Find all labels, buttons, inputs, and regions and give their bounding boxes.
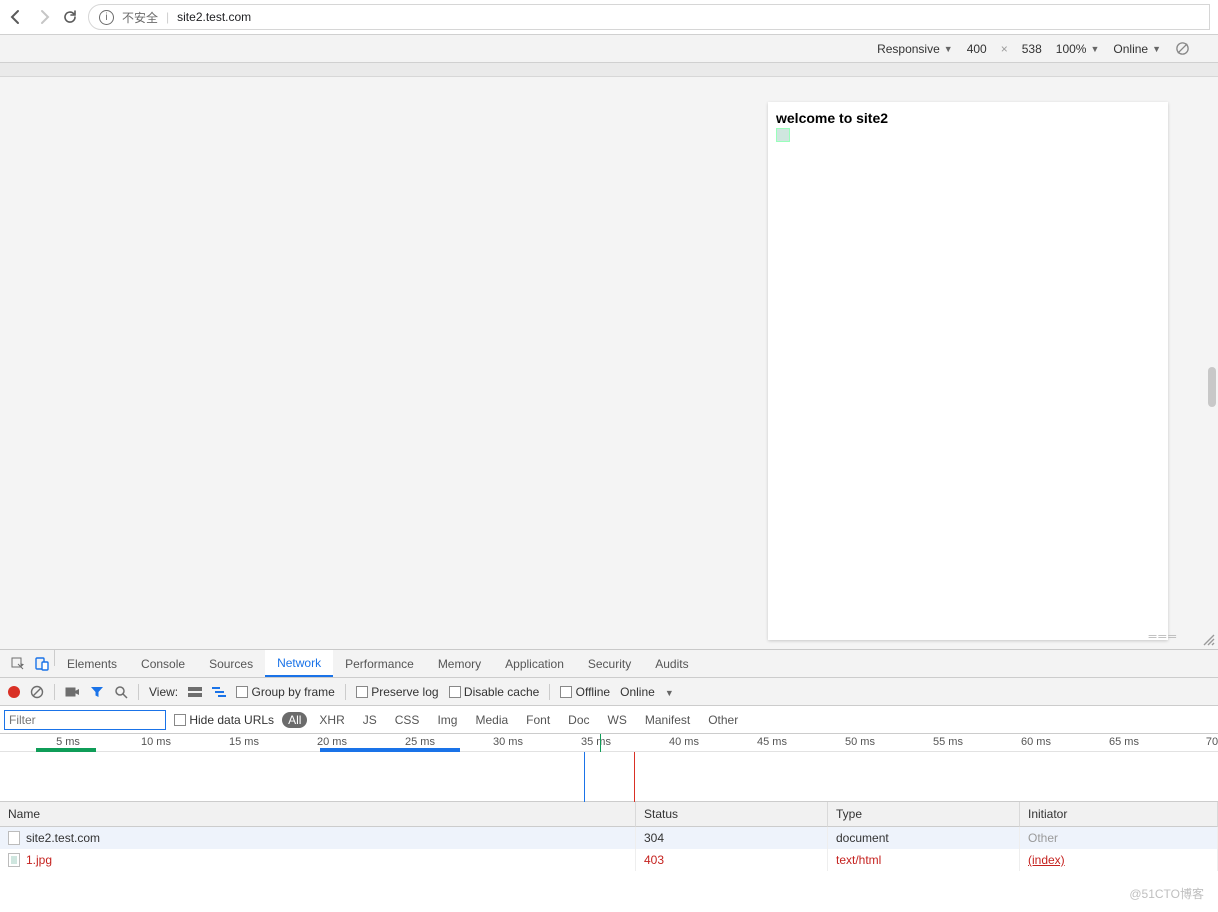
filter-type-all[interactable]: All — [282, 712, 307, 728]
hide-data-urls-checkbox[interactable]: Hide data URLs — [174, 713, 274, 727]
filter-type-doc[interactable]: Doc — [562, 712, 595, 728]
rotate-icon[interactable] — [1175, 41, 1190, 56]
timeline-tick: 40 ms — [669, 736, 699, 748]
throttle-select[interactable]: Online▼ — [1113, 42, 1161, 56]
timeline[interactable]: 5 ms 10 ms 15 ms 20 ms 25 ms 30 ms 35 ms 40 ms 4… — [0, 734, 1218, 802]
devtools-tabs: ElementsConsoleSourcesNetworkPerformance… — [0, 650, 1218, 678]
filter-type-css[interactable]: CSS — [389, 712, 426, 728]
tab-sources[interactable]: Sources — [197, 650, 265, 677]
url-text: site2.test.com — [177, 10, 251, 24]
view-waterfall-icon[interactable] — [212, 686, 226, 698]
request-type[interactable]: document — [828, 827, 1020, 849]
timeline-tick: 20 ms — [317, 736, 347, 748]
viewport: welcome to site2 ═══ — [0, 77, 1218, 650]
timeline-tick: 55 ms — [933, 736, 963, 748]
filter-icon[interactable] — [90, 685, 104, 699]
clear-icon[interactable] — [30, 685, 44, 699]
back-icon[interactable] — [8, 9, 24, 25]
browser-toolbar: i 不安全 | site2.test.com — [0, 0, 1218, 35]
timeline-tick: 45 ms — [757, 736, 787, 748]
filter-input[interactable] — [4, 710, 166, 730]
throttling-select[interactable]: Online ▼ — [620, 685, 674, 699]
request-status[interactable]: 403 — [636, 849, 828, 871]
network-table: NameStatusTypeInitiator site2.test.com304… — [0, 802, 1218, 871]
zoom-select[interactable]: 100%▼ — [1056, 42, 1100, 56]
offline-checkbox[interactable]: Offline — [560, 685, 610, 699]
tab-elements[interactable]: Elements — [55, 650, 129, 677]
request-type[interactable]: text/html — [828, 849, 1020, 871]
reload-icon[interactable] — [62, 9, 78, 25]
filter-type-media[interactable]: Media — [469, 712, 514, 728]
view-large-icon[interactable] — [188, 686, 202, 698]
broken-image-icon — [776, 128, 790, 142]
request-initiator[interactable]: Other — [1020, 827, 1218, 849]
request-initiator[interactable]: (index) — [1020, 849, 1218, 871]
column-header[interactable]: Status — [636, 802, 828, 827]
watermark: @51CTO博客 — [1129, 885, 1204, 902]
resize-grip-icon[interactable] — [1202, 633, 1216, 647]
filter-type-ws[interactable]: WS — [602, 712, 633, 728]
device-mode-select[interactable]: Responsive▼ — [877, 42, 953, 56]
timeline-tick: 65 ms — [1109, 736, 1139, 748]
timeline-tick: 70 — [1206, 736, 1218, 748]
record-button[interactable] — [8, 686, 20, 698]
file-icon — [8, 853, 20, 867]
device-mode-icon[interactable] — [30, 650, 54, 677]
tab-application[interactable]: Application — [493, 650, 576, 677]
network-toolbar: View: Group by frame Preserve log Disabl… — [0, 678, 1218, 706]
filter-type-font[interactable]: Font — [520, 712, 556, 728]
device-height[interactable]: 538 — [1022, 42, 1042, 56]
tab-audits[interactable]: Audits — [643, 650, 700, 677]
tab-console[interactable]: Console — [129, 650, 197, 677]
tab-network[interactable]: Network — [265, 650, 333, 677]
request-name[interactable]: site2.test.com — [0, 827, 636, 849]
timeline-tick: 25 ms — [405, 736, 435, 748]
filter-type-manifest[interactable]: Manifest — [639, 712, 696, 728]
emulated-page[interactable]: welcome to site2 — [768, 102, 1168, 640]
page-heading: welcome to site2 — [768, 102, 1168, 128]
timeline-tick: 30 ms — [493, 736, 523, 748]
request-name[interactable]: 1.jpg — [0, 849, 636, 871]
info-icon[interactable]: i — [99, 10, 114, 25]
group-by-frame-checkbox[interactable]: Group by frame — [236, 685, 335, 699]
column-header[interactable]: Type — [828, 802, 1020, 827]
tab-memory[interactable]: Memory — [426, 650, 493, 677]
filter-type-other[interactable]: Other — [702, 712, 744, 728]
disable-cache-checkbox[interactable]: Disable cache — [449, 685, 540, 699]
tab-security[interactable]: Security — [576, 650, 643, 677]
column-header[interactable]: Initiator — [1020, 802, 1218, 827]
timeline-tick: 50 ms — [845, 736, 875, 748]
file-icon — [8, 831, 20, 845]
column-header[interactable]: Name — [0, 802, 636, 827]
device-width[interactable]: 400 — [967, 42, 987, 56]
filter-type-xhr[interactable]: XHR — [313, 712, 350, 728]
search-icon[interactable] — [114, 685, 128, 699]
scrollbar-thumb[interactable] — [1208, 367, 1216, 407]
filter-type-js[interactable]: JS — [357, 712, 383, 728]
insecure-label: 不安全 — [122, 9, 158, 26]
device-toolbar: Responsive▼ 400 × 538 100%▼ Online▼ — [0, 35, 1218, 63]
camera-icon[interactable] — [65, 686, 80, 698]
view-label: View: — [149, 685, 178, 699]
filter-bar: Hide data URLs All XHR JS CSS Img Media Font Do… — [0, 706, 1218, 734]
preserve-log-checkbox[interactable]: Preserve log — [356, 685, 439, 699]
timeline-tick: 35 ms — [581, 736, 611, 748]
request-status[interactable]: 304 — [636, 827, 828, 849]
inspect-icon[interactable] — [6, 650, 30, 677]
timeline-tick: 60 ms — [1021, 736, 1051, 748]
address-bar[interactable]: i 不安全 | site2.test.com — [88, 4, 1210, 30]
tab-performance[interactable]: Performance — [333, 650, 426, 677]
drawer-drag-handle[interactable]: ═══ — [1149, 631, 1178, 643]
ruler — [0, 63, 1218, 77]
timeline-tick: 15 ms — [229, 736, 259, 748]
timeline-tick: 5 ms — [56, 736, 80, 748]
filter-type-img[interactable]: Img — [431, 712, 463, 728]
timeline-tick: 10 ms — [141, 736, 171, 748]
forward-icon — [36, 9, 52, 25]
